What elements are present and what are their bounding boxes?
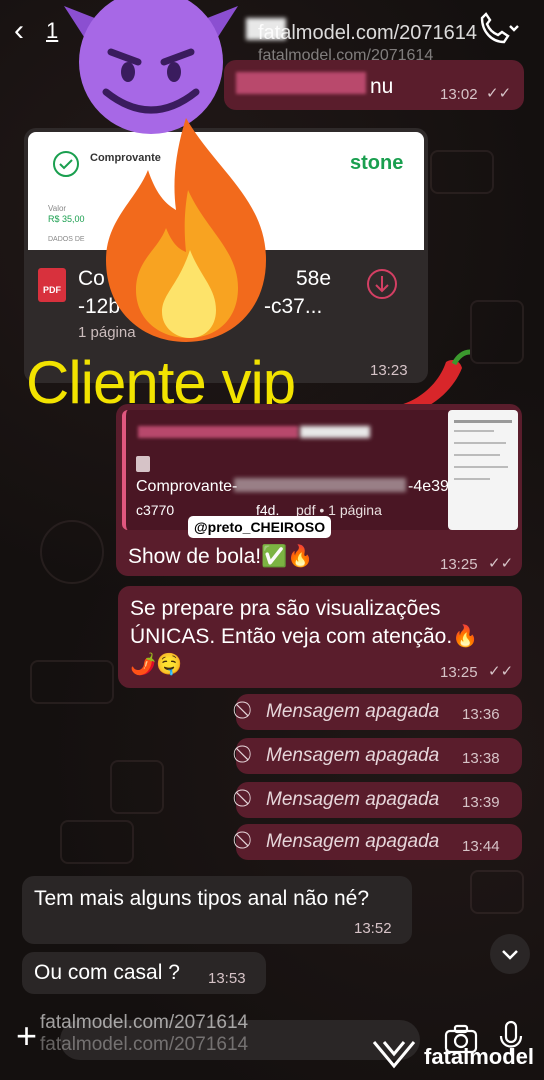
read-receipt-icon: ✓✓ bbox=[488, 555, 514, 572]
reply-document-name: Comprovante- bbox=[136, 478, 238, 495]
username-watermark: @preto_CHEIROSO bbox=[188, 516, 332, 538]
message-time: 13:38 bbox=[462, 750, 500, 767]
watermark-top: fatalmodel.com/2071614 bbox=[258, 22, 478, 44]
download-icon[interactable] bbox=[366, 268, 398, 300]
censored-text bbox=[138, 426, 298, 438]
deleted-message-bubble[interactable]: ⃠ Mensagem apagada 13:36 bbox=[236, 694, 522, 730]
plus-icon[interactable]: + bbox=[16, 1018, 37, 1054]
message-text-line3: 🌶️🤤 bbox=[130, 653, 183, 676]
scroll-down-button[interactable] bbox=[490, 934, 530, 974]
back-arrow-icon[interactable]: ‹ bbox=[14, 14, 24, 48]
deleted-message-text: Mensagem apagada bbox=[266, 745, 440, 766]
value-label: Valor bbox=[48, 204, 67, 213]
message-bubble-outgoing[interactable]: Comprovante- -4e39 c3770 f4d. pdf • 1 pá… bbox=[116, 404, 522, 576]
censored-text bbox=[236, 72, 366, 94]
file-icon bbox=[136, 456, 150, 472]
message-bubble-incoming[interactable]: Ou com casal ? 13:53 bbox=[22, 952, 266, 994]
watermark-bottom-faint: fatalmodel.com/2071614 bbox=[40, 1034, 249, 1055]
value-amount: R$ 35,00 bbox=[48, 214, 85, 224]
deleted-message-bubble[interactable]: ⃠ Mensagem apagada 13:44 bbox=[236, 824, 522, 860]
message-time: 13:52 bbox=[354, 920, 392, 937]
document-name-end: 58e bbox=[296, 267, 332, 290]
fire-emoji bbox=[106, 118, 266, 342]
message-text: Ou com casal ? bbox=[34, 961, 180, 984]
message-text-line2: ÚNICAS. Então veja com atenção.🔥 bbox=[130, 625, 479, 648]
message-bubble-outgoing[interactable]: Se prepare pra são visualizações ÚNICAS.… bbox=[118, 586, 522, 688]
message-time: 13:53 bbox=[208, 970, 246, 987]
check-circle-icon bbox=[53, 151, 79, 177]
message-time: 13:25 bbox=[440, 556, 478, 573]
message-time: 13:44 bbox=[462, 838, 500, 855]
message-bubble-outgoing[interactable]: nu 13:02 ✓✓ bbox=[224, 60, 524, 110]
fatalmodel-logo-icon bbox=[372, 1041, 416, 1069]
stone-logo: stone bbox=[350, 152, 404, 174]
phone-call-icon[interactable] bbox=[476, 12, 520, 48]
read-receipt-icon: ✓✓ bbox=[488, 663, 514, 680]
section-label: DADOS DE bbox=[48, 236, 85, 243]
message-time: 13:39 bbox=[462, 794, 500, 811]
message-text: nu bbox=[370, 75, 394, 98]
pdf-icon: PDF bbox=[38, 268, 66, 302]
reply-document-thumbnail bbox=[448, 410, 518, 530]
read-receipt-icon: ✓✓ bbox=[486, 85, 512, 102]
message-text-line1: Se prepare pra são visualizações bbox=[130, 597, 441, 620]
message-text: Tem mais alguns tipos anal não né? bbox=[34, 887, 370, 910]
deleted-message-bubble[interactable]: ⃠ Mensagem apagada 13:38 bbox=[236, 738, 522, 774]
message-time: 13:02 bbox=[440, 86, 478, 103]
deleted-message-bubble[interactable]: ⃠ Mensagem apagada 13:39 bbox=[236, 782, 522, 818]
chevron-down-icon bbox=[502, 950, 518, 960]
message-time: 13:36 bbox=[462, 706, 500, 723]
message-time: 13:25 bbox=[440, 664, 478, 681]
composer-bar: + fatalmodel.com/2071614 fatalmodel.com/… bbox=[0, 1000, 544, 1080]
deleted-message-text: Mensagem apagada bbox=[266, 789, 440, 810]
deleted-message-text: Mensagem apagada bbox=[266, 831, 440, 852]
deleted-message-text: Mensagem apagada bbox=[266, 701, 440, 722]
censored-text bbox=[234, 478, 406, 492]
fatalmodel-logo: fatalmodel bbox=[424, 1044, 535, 1069]
watermark-bottom: fatalmodel.com/2071614 bbox=[40, 1012, 249, 1033]
reply-document-name-end: -4e39 bbox=[408, 478, 449, 495]
message-text: Show de bola!✅🔥 bbox=[128, 545, 314, 568]
reply-document-name-2: c3770 bbox=[136, 502, 175, 518]
message-bubble-incoming[interactable]: Tem mais alguns tipos anal não né? 13:52 bbox=[22, 876, 412, 944]
censored-text bbox=[300, 426, 370, 438]
